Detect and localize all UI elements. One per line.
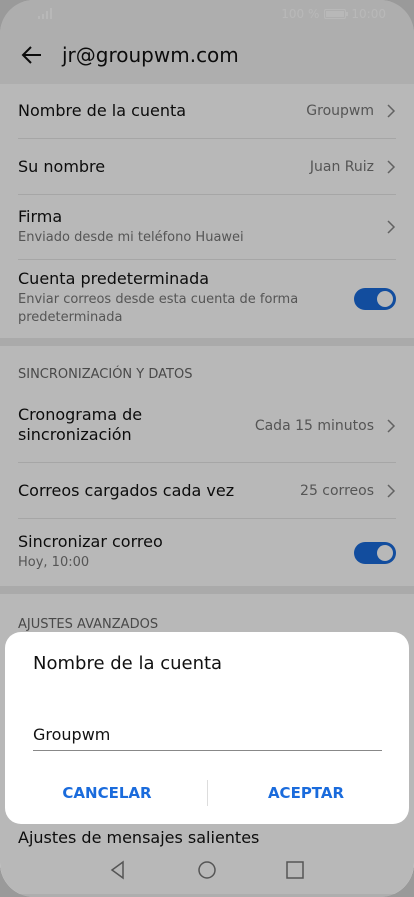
page-title: jr@groupwm.com <box>62 43 239 67</box>
sync-email-label: Sincronizar correo <box>18 532 163 551</box>
chevron-right-icon <box>387 104 396 118</box>
account-name-value: Groupwm <box>306 103 374 119</box>
navigation-bar <box>0 845 414 897</box>
row-sync-schedule[interactable]: Cronograma de sincronización Cada 15 min… <box>18 390 396 463</box>
status-right: 100 % 10:00 <box>281 7 386 21</box>
emails-loaded-value: 25 correos <box>300 482 374 499</box>
row-emails-loaded[interactable]: Correos cargados cada vez 25 correos <box>18 463 396 519</box>
nav-back-icon[interactable] <box>107 859 129 881</box>
row-default-account[interactable]: Cuenta predeterminada Enviar correos des… <box>18 260 396 338</box>
default-account-label: Cuenta predeterminada <box>18 269 210 288</box>
sync-email-toggle[interactable] <box>354 541 396 564</box>
nav-home-icon[interactable] <box>196 859 218 881</box>
dialog-title: Nombre de la cuenta <box>33 653 223 674</box>
accept-button[interactable]: ACEPTAR <box>206 778 406 808</box>
signature-value: Enviado desde mi teléfono Huawei <box>18 230 244 245</box>
nav-recents-icon[interactable] <box>284 859 306 881</box>
default-account-toggle[interactable] <box>354 288 396 310</box>
row-account-name[interactable]: Nombre de la cuenta Groupwm <box>18 84 396 139</box>
row-signature[interactable]: Firma Enviado desde mi teléfono Huawei <box>18 195 396 260</box>
app-bar: jr@groupwm.com <box>0 30 414 82</box>
signal-icon <box>38 8 52 19</box>
screen: 100 % 10:00 jr@groupwm.com Nombre de la … <box>0 0 414 897</box>
row-sync-email[interactable]: Sincronizar correo Hoy, 10:00 <box>18 519 396 586</box>
sync-email-desc: Hoy, 10:00 <box>18 555 90 570</box>
cancel-button[interactable]: CANCELAR <box>7 778 207 808</box>
chevron-right-icon <box>387 483 396 498</box>
sync-section-title: SINCRONIZACIÓN Y DATOS <box>18 367 193 382</box>
chevron-right-icon <box>387 419 396 433</box>
chevron-right-icon <box>387 220 396 234</box>
account-group: Nombre de la cuenta Groupwm Su nombre Ju… <box>0 84 414 338</box>
account-name-input[interactable] <box>33 718 382 751</box>
your-name-value: Juan Ruiz <box>309 158 374 175</box>
back-arrow-icon[interactable] <box>20 43 44 67</box>
chevron-right-icon <box>387 159 396 174</box>
sync-schedule-label: Cronograma de sincronización <box>18 405 143 444</box>
section-separator <box>0 338 414 346</box>
section-separator <box>0 586 414 594</box>
account-name-dialog: Nombre de la cuenta CANCELAR ACEPTAR <box>5 632 409 824</box>
sync-group: SINCRONIZACIÓN Y DATOS Cronograma de sin… <box>0 346 414 586</box>
default-account-desc: Enviar correos desde esta cuenta de form… <box>18 292 299 325</box>
sync-schedule-value: Cada 15 minutos <box>254 418 374 434</box>
battery-icon <box>324 9 349 19</box>
signature-label: Firma <box>18 207 63 226</box>
status-bar: 100 % 10:00 <box>0 0 414 30</box>
battery-percent: 100 % <box>281 7 320 21</box>
status-time: 10:00 <box>351 7 386 21</box>
row-your-name[interactable]: Su nombre Juan Ruiz <box>18 139 396 195</box>
